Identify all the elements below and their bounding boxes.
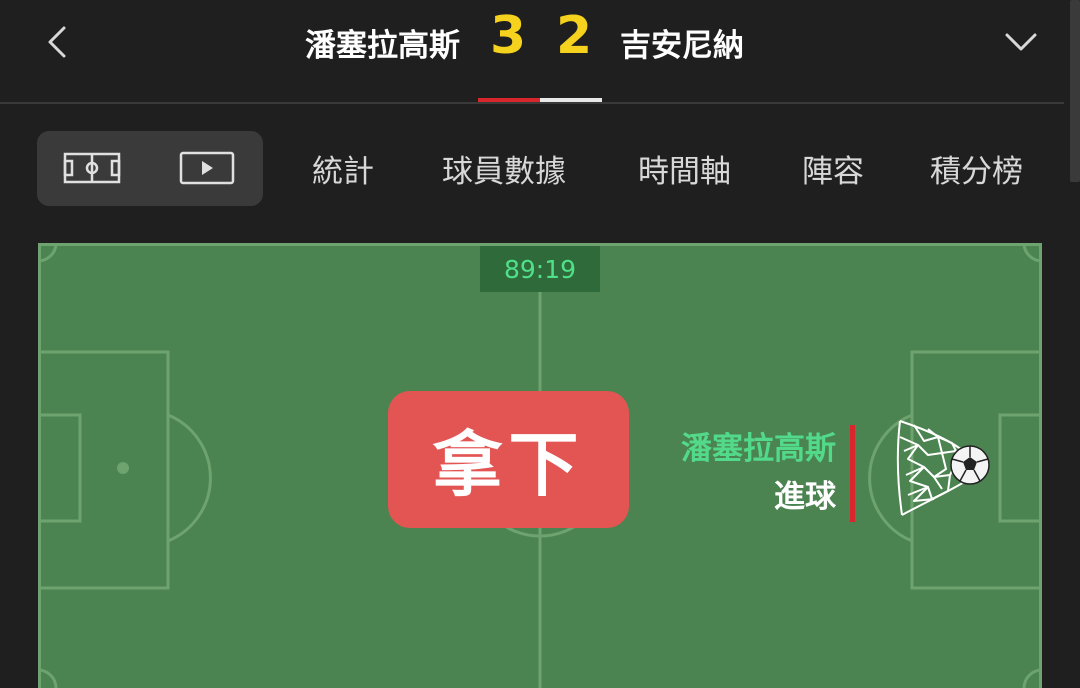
header-divider (0, 102, 1064, 104)
away-team-name: 吉安尼納 (620, 28, 744, 64)
match-clock: 89:19 (480, 246, 600, 292)
chevron-down-icon (1005, 33, 1037, 51)
back-button[interactable] (38, 18, 78, 66)
tab-timeline[interactable]: 時間軸 (638, 146, 731, 191)
tab-standings[interactable]: 積分榜 (930, 146, 1023, 191)
home-team-name: 潘塞拉高斯 (305, 28, 460, 64)
event-badge: 拿下 (388, 391, 629, 528)
play-video-icon (179, 151, 235, 185)
tab-stats[interactable]: 統計 (312, 146, 374, 191)
match-header: 潘塞拉高斯 3 2 吉安尼納 (0, 0, 1080, 104)
scrollbar[interactable] (1070, 0, 1080, 182)
event-accent-bar (850, 425, 855, 522)
chevron-left-icon (48, 26, 66, 58)
event-type-label: 進球 (774, 479, 836, 515)
video-view-button[interactable] (175, 148, 237, 188)
tab-lineup[interactable]: 陣容 (802, 146, 864, 191)
expand-button[interactable] (998, 22, 1044, 62)
tab-player-stats[interactable]: 球員數據 (442, 146, 566, 191)
event-team-name: 潘塞拉高斯 (681, 431, 836, 467)
view-toggle (37, 131, 263, 206)
home-score: 3 (490, 6, 527, 66)
pitch-view-button[interactable] (61, 148, 123, 188)
pitch-icon (63, 152, 121, 184)
match-live-screen: 潘塞拉高斯 3 2 吉安尼納 統計 球員數據 時間軸 陣容 積分榜 89:19 … (0, 0, 1080, 688)
goal-net-icon (896, 420, 990, 516)
live-pitch: 89:19 拿下 潘塞拉高斯 進球 (38, 243, 1042, 688)
away-score: 2 (556, 6, 593, 66)
